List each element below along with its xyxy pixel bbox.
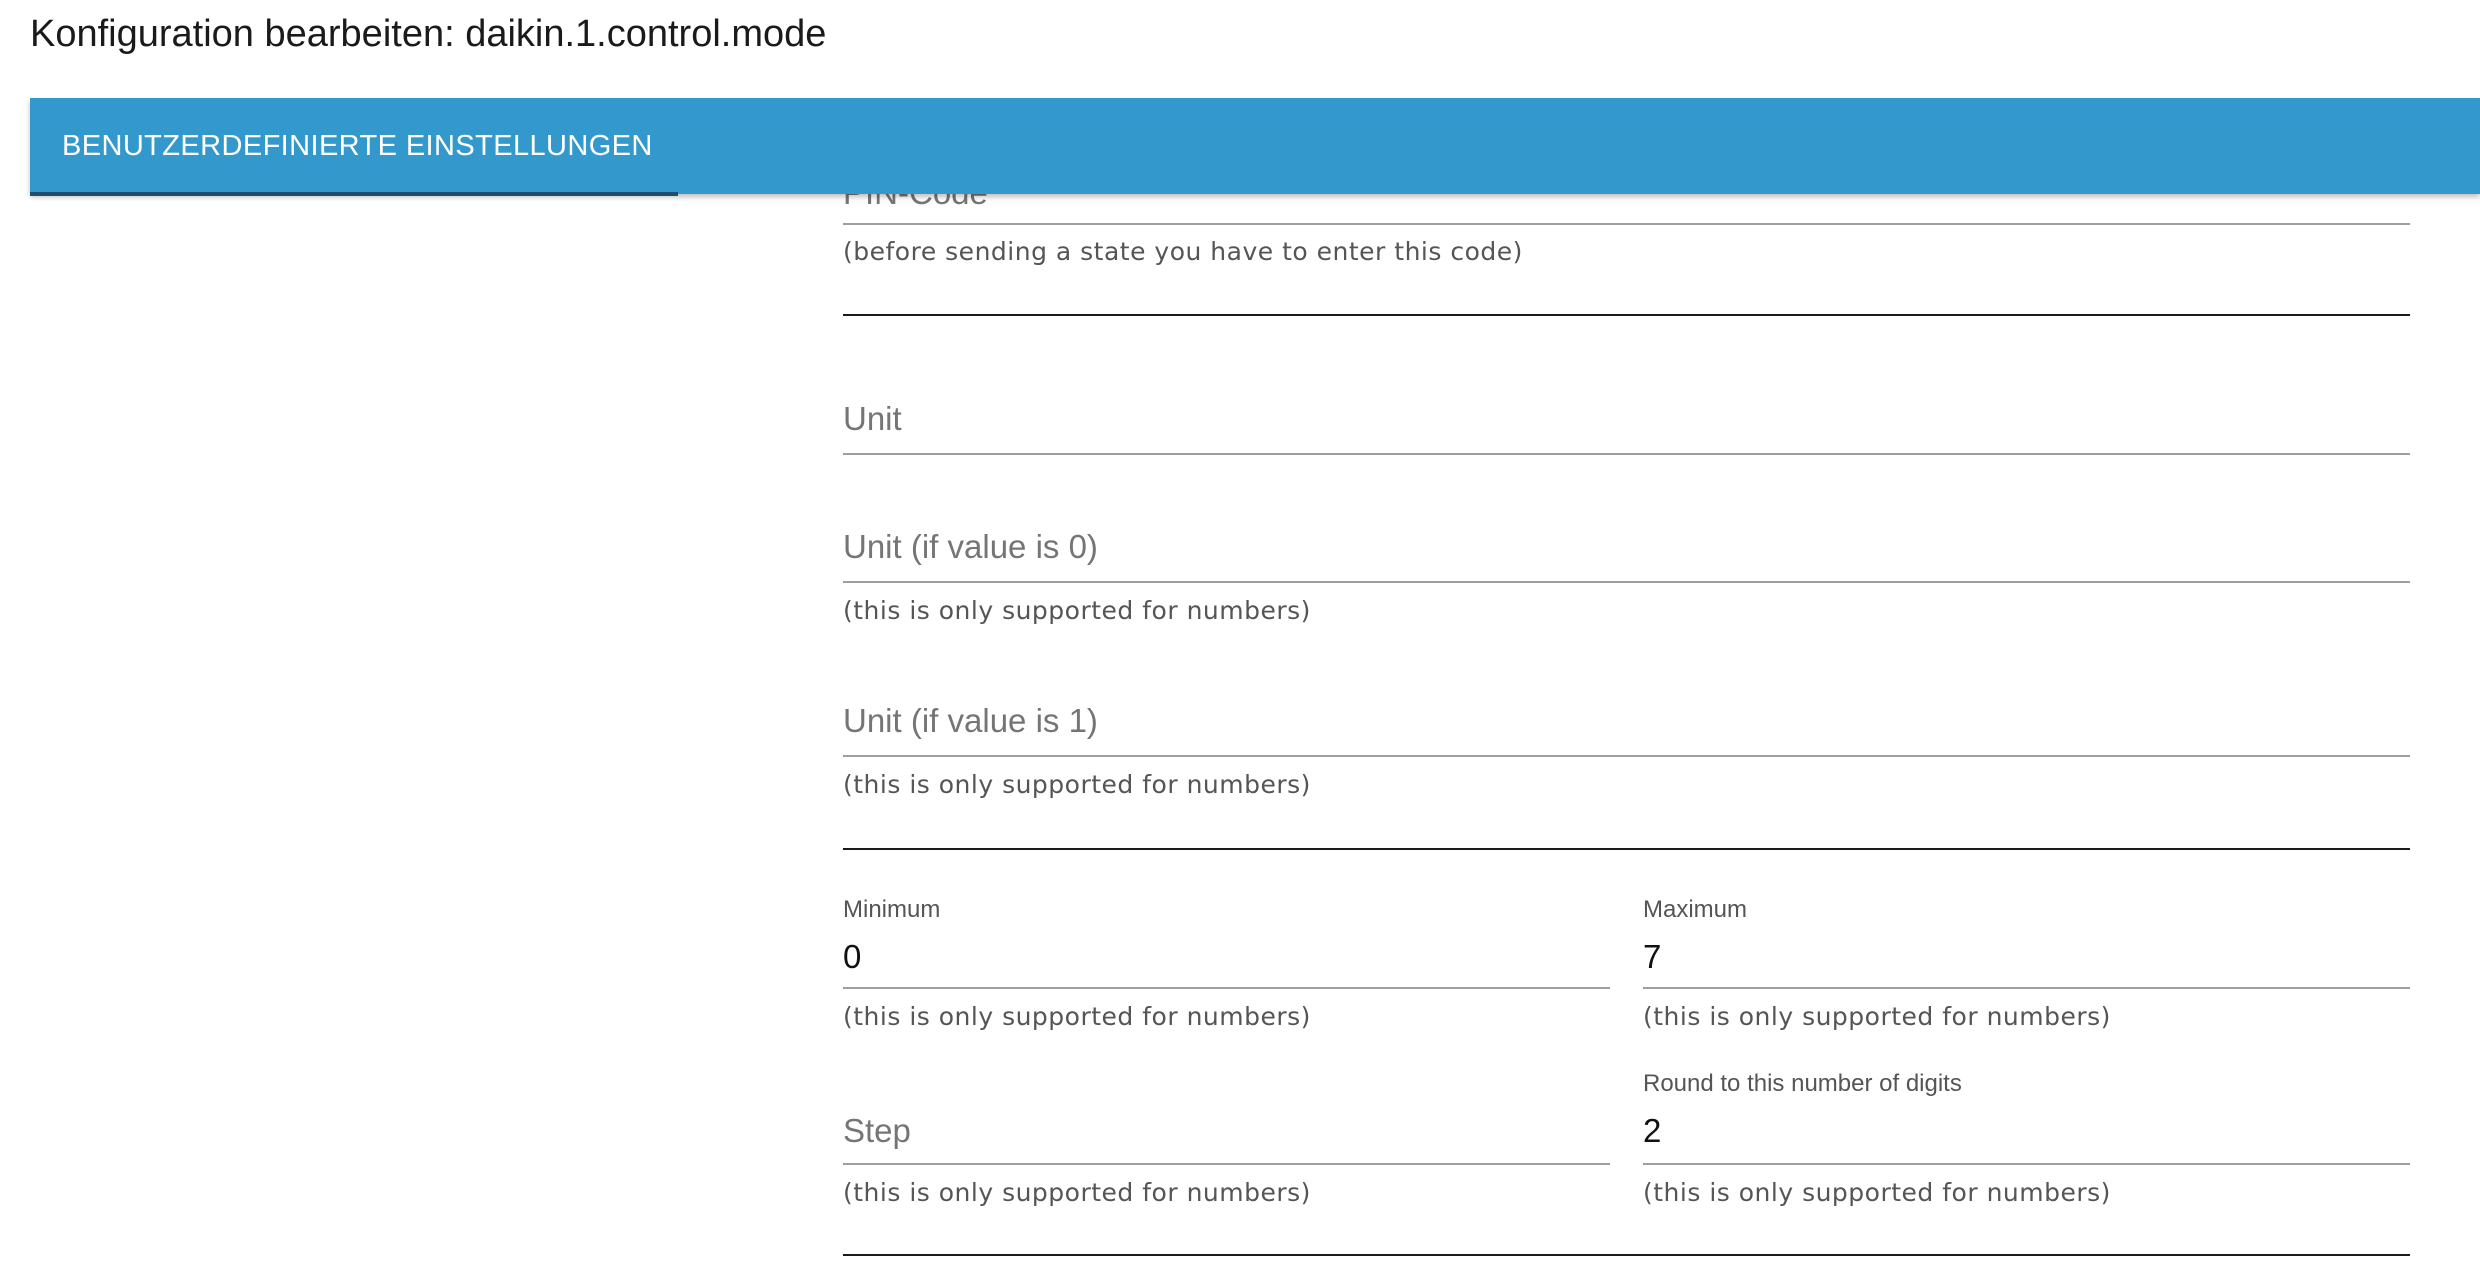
maximum-helper: (this is only supported for numbers) — [1643, 1002, 2111, 1031]
pin-code-underline — [843, 223, 2410, 225]
section-divider — [843, 848, 2410, 850]
minimum-field: Minimum 0 (this is only supported for nu… — [843, 896, 1610, 1031]
unit-if-1-input[interactable] — [843, 696, 2410, 752]
minimum-underline — [843, 987, 1610, 989]
minimum-helper: (this is only supported for numbers) — [843, 1002, 1311, 1031]
unit-field: Unit — [843, 400, 2410, 470]
tab-custom-settings[interactable]: BENUTZERDEFINIERTE EINSTELLUNGEN — [30, 98, 678, 194]
unit-if-0-field: Unit (if value is 0) (this is only suppo… — [843, 528, 2410, 638]
round-digits-input[interactable] — [1643, 1106, 2410, 1158]
pin-code-helper: (before sending a state you have to ente… — [843, 237, 1523, 266]
dialog-title: Konfiguration bearbeiten: daikin.1.contr… — [30, 13, 827, 55]
maximum-underline — [1643, 987, 2410, 989]
round-digits-underline — [1643, 1163, 2410, 1165]
unit-input[interactable] — [843, 394, 2410, 450]
section-divider — [843, 314, 2410, 316]
unit-if-1-helper: (this is only supported for numbers) — [843, 770, 1311, 799]
maximum-field: Maximum 7 (this is only supported for nu… — [1643, 896, 2410, 1031]
step-underline — [843, 1163, 1610, 1165]
unit-if-0-underline — [843, 581, 2410, 583]
settings-form[interactable]: PIN-Code (before sending a state you hav… — [843, 150, 2410, 1274]
unit-if-1-underline — [843, 755, 2410, 757]
minimum-label: Minimum — [843, 896, 941, 923]
step-helper: (this is only supported for numbers) — [843, 1178, 1311, 1207]
tab-bar: BENUTZERDEFINIERTE EINSTELLUNGEN — [30, 98, 2480, 196]
maximum-label: Maximum — [1643, 896, 1748, 923]
round-digits-label: Round to this number of digits — [1643, 1070, 1962, 1097]
step-field: Step (this is only supported for numbers… — [843, 1112, 1610, 1222]
minimum-input[interactable] — [843, 932, 1610, 984]
unit-underline — [843, 453, 2410, 455]
unit-if-1-field: Unit (if value is 1) (this is only suppo… — [843, 702, 2410, 812]
unit-if-0-input[interactable] — [843, 522, 2410, 578]
config-dialog: Konfiguration bearbeiten: daikin.1.contr… — [0, 0, 2480, 1274]
step-input[interactable] — [843, 1106, 1610, 1162]
round-digits-helper: (this is only supported for numbers) — [1643, 1178, 2111, 1207]
maximum-input[interactable] — [1643, 932, 2410, 984]
active-tab-indicator — [30, 192, 678, 196]
unit-if-0-helper: (this is only supported for numbers) — [843, 596, 1311, 625]
round-digits-field: Round to this number of digits 2 (this i… — [1643, 1070, 2410, 1220]
section-divider — [843, 1254, 2410, 1256]
